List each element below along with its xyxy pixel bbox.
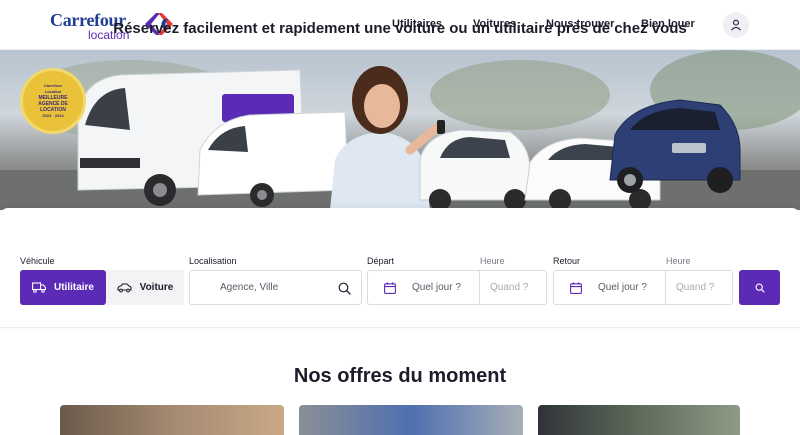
offer-card[interactable] xyxy=(538,405,740,435)
vehicle-option-label: Utilitaire xyxy=(53,282,94,293)
vehicle-label: Véhicule xyxy=(20,256,55,266)
departure-time-input[interactable]: Quand ? xyxy=(490,282,528,293)
location-input[interactable]: Agence, Ville xyxy=(189,270,362,305)
best-agency-badge: Carrefour Location MEILLEURE AGENCE DE L… xyxy=(20,68,86,134)
departure-hour-label: Heure xyxy=(480,256,505,266)
field-divider xyxy=(479,270,480,305)
booking-search-panel xyxy=(0,208,800,328)
calendar-icon xyxy=(384,281,396,294)
location-placeholder: Agence, Ville xyxy=(220,282,279,293)
car-icon xyxy=(117,282,132,292)
vehicle-option-utilitaire[interactable]: Utilitaire xyxy=(20,270,106,305)
calendar-icon xyxy=(570,281,582,294)
offer-card[interactable] xyxy=(299,405,523,435)
hero-banner: Carrefour Location MEILLEURE AGENCE DE L… xyxy=(0,50,800,210)
return-label: Retour xyxy=(553,256,581,266)
return-time-input[interactable]: Quand ? xyxy=(676,282,714,293)
return-date-placeholder: Quel jour ? xyxy=(598,282,647,293)
vehicle-option-label: Voiture xyxy=(139,282,174,293)
search-icon xyxy=(338,282,351,295)
search-title: Réservez facilement et rapidement une vo… xyxy=(113,20,687,37)
search-icon xyxy=(755,283,765,293)
location-label: Localisation xyxy=(189,256,237,266)
departure-date-placeholder: Quel jour ? xyxy=(412,282,461,293)
badge-line: 2023 · 2024 xyxy=(42,113,64,118)
field-divider xyxy=(665,270,666,305)
offer-card[interactable] xyxy=(60,405,284,435)
hero-illustration xyxy=(0,50,800,210)
departure-label: Départ xyxy=(367,256,395,266)
search-submit-button[interactable] xyxy=(739,270,780,305)
offers-section-title: Nos offres du moment xyxy=(293,365,507,387)
vehicle-option-voiture[interactable]: Voiture xyxy=(106,270,184,305)
truck-icon xyxy=(32,282,46,293)
return-hour-label: Heure xyxy=(666,256,691,266)
